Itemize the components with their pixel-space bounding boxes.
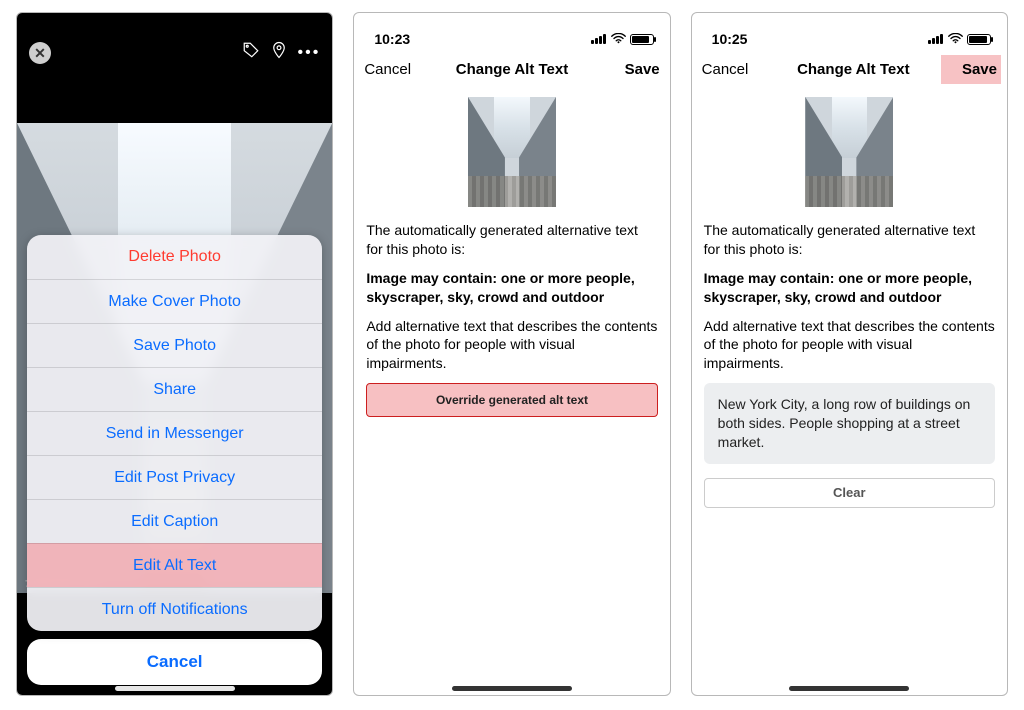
action-sheet-cancel[interactable]: Cancel xyxy=(27,639,322,685)
action-sheet-item[interactable]: Edit Post Privacy xyxy=(27,455,322,499)
auto-alt-intro: The automatically generated alternative … xyxy=(704,221,995,259)
action-sheet-item[interactable]: Turn off Notifications xyxy=(27,587,322,631)
wifi-icon xyxy=(948,31,963,47)
action-sheet-item[interactable]: Send in Messenger xyxy=(27,411,322,455)
nav-bar: Cancel Change Alt Text Save xyxy=(692,49,1007,89)
status-bar: 10:25 xyxy=(692,13,1007,49)
phone-action-sheet: ✕ ••• 7 MINUTES AGO Delete PhotoMake Cov… xyxy=(16,12,333,696)
auto-alt-text: Image may contain: one or more people, s… xyxy=(366,269,657,307)
more-icon[interactable]: ••• xyxy=(298,44,321,62)
status-bar: 10:23 xyxy=(354,13,669,49)
save-button[interactable]: Save xyxy=(941,55,1001,84)
phone-alt-text-prompt: 10:23 Cancel Change Alt Text Save The au… xyxy=(353,12,670,696)
status-time: 10:25 xyxy=(712,31,748,47)
action-sheet-item[interactable]: Save Photo xyxy=(27,323,322,367)
alt-text-input[interactable]: New York City, a long row of buildings o… xyxy=(704,383,995,464)
wifi-icon xyxy=(611,31,626,47)
status-time: 10:23 xyxy=(374,31,410,47)
action-sheet: Delete PhotoMake Cover PhotoSave PhotoSh… xyxy=(27,235,322,685)
alt-instruction: Add alternative text that describes the … xyxy=(366,317,657,374)
auto-alt-text: Image may contain: one or more people, s… xyxy=(704,269,995,307)
save-button[interactable]: Save xyxy=(600,61,660,78)
battery-icon xyxy=(967,34,991,45)
nav-title: Change Alt Text xyxy=(797,61,910,78)
cancel-button[interactable]: Cancel xyxy=(364,61,424,78)
location-icon[interactable] xyxy=(270,41,288,64)
photo-thumbnail xyxy=(805,97,893,207)
home-indicator xyxy=(452,686,572,691)
photo-thumbnail xyxy=(468,97,556,207)
action-sheet-item[interactable]: Edit Alt Text xyxy=(27,543,322,587)
nav-bar: Cancel Change Alt Text Save xyxy=(354,49,669,89)
phone-alt-text-editing: 10:25 Cancel Change Alt Text Save The au… xyxy=(691,12,1008,696)
tag-icon[interactable] xyxy=(242,41,260,64)
signal-icon xyxy=(928,34,944,44)
clear-button[interactable]: Clear xyxy=(704,478,995,508)
alt-instruction: Add alternative text that describes the … xyxy=(704,317,995,374)
action-sheet-item[interactable]: Share xyxy=(27,367,322,411)
action-sheet-item[interactable]: Edit Caption xyxy=(27,499,322,543)
home-indicator xyxy=(115,686,235,691)
override-alt-text-button[interactable]: Override generated alt text xyxy=(366,383,657,417)
battery-icon xyxy=(630,34,654,45)
action-sheet-item[interactable]: Make Cover Photo xyxy=(27,279,322,323)
cancel-button[interactable]: Cancel xyxy=(702,61,762,78)
close-icon[interactable]: ✕ xyxy=(29,42,51,64)
signal-icon xyxy=(591,34,607,44)
action-sheet-item[interactable]: Delete Photo xyxy=(27,235,322,279)
auto-alt-intro: The automatically generated alternative … xyxy=(366,221,657,259)
home-indicator xyxy=(789,686,909,691)
nav-title: Change Alt Text xyxy=(456,61,569,78)
